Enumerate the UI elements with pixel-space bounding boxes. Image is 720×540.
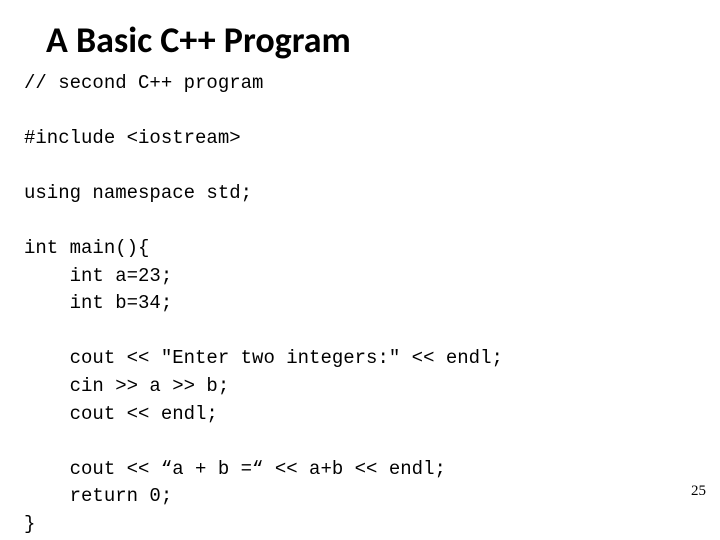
code-line: using namespace std; (24, 182, 252, 204)
code-line: // second C++ program (24, 72, 263, 94)
code-block: // second C++ program #include <iostream… (24, 70, 696, 538)
slide: A Basic C++ Program // second C++ progra… (0, 0, 720, 540)
code-line: int main(){ (24, 237, 149, 259)
code-line: int a=23; (24, 265, 172, 287)
code-line: cout << “a + b =“ << a+b << endl; (24, 458, 446, 480)
code-line: #include <iostream> (24, 127, 241, 149)
code-line: cin >> a >> b; (24, 375, 229, 397)
slide-title: A Basic C++ Program (46, 18, 696, 62)
code-line: cout << "Enter two integers:" << endl; (24, 347, 503, 369)
code-line: return 0; (24, 485, 172, 507)
code-line: } (24, 513, 35, 535)
code-line: cout << endl; (24, 403, 218, 425)
code-line: int b=34; (24, 292, 172, 314)
page-number: 25 (691, 483, 706, 500)
